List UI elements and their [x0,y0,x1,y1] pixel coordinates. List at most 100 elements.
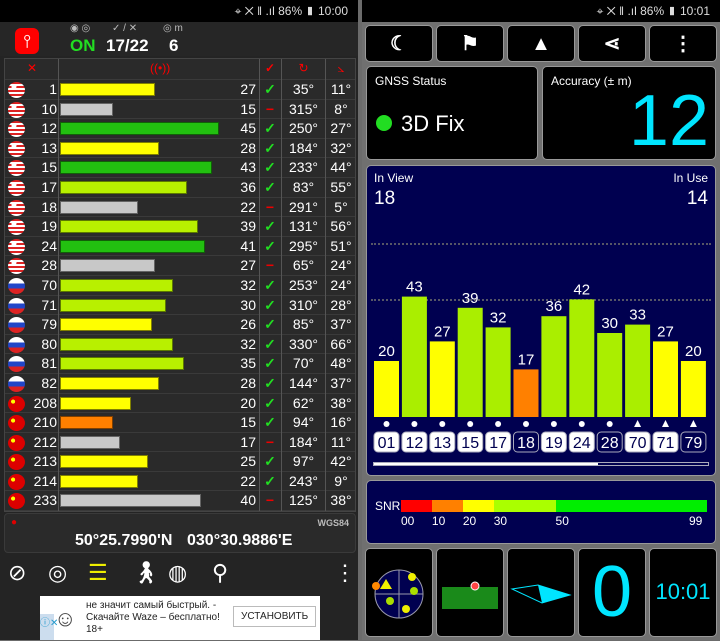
snr-value: 17 [240,433,256,450]
azimuth-icon[interactable]: ↻ [282,59,325,79]
check-icon: ✓ [264,81,276,97]
check-icon: ✓ [264,218,276,235]
sky-view-tile[interactable] [365,548,433,637]
snr-value: 28 [240,374,256,391]
snr-bar [60,180,188,194]
elevation: 11° [330,433,352,450]
more-button[interactable]: ⋮ [649,25,717,62]
ad-close-icon[interactable]: ⓘ✕ [40,614,58,640]
latitude: 50°25.7990'N [75,532,173,549]
snr-bar [60,141,159,155]
azimuth: 295° [289,237,318,254]
prn: 15 [41,159,57,176]
check-icon: ✓ [264,335,276,352]
prn-label: 24 [573,435,591,452]
app-logo-icon[interactable]: ⫯ [15,28,39,54]
azimuth: 291° [289,198,318,215]
bar-value-label: 33 [629,307,646,324]
elevation-icon[interactable]: ⦣ [325,59,357,79]
snr-value: 15 [240,414,256,431]
night-mode-button[interactable]: ☾ [365,25,433,62]
elevation: 27° [330,120,352,137]
elevation: 38° [330,394,352,411]
satellites-panel: In View 18 In Use 14 20 01 43 12 27 13 39 15 32 1… [366,165,716,476]
prn: 1 [49,81,57,97]
world-map-tile[interactable] [436,548,504,637]
snr-tick-label: 30 [493,514,508,528]
gps-marker-icon [383,421,390,427]
snr-value: 30 [240,296,256,313]
radar-icon[interactable]: ◎ [48,560,67,586]
check-icon: ✓ [264,414,276,431]
more-icon[interactable]: ⋮ [334,560,356,586]
snr-color-segment [493,500,556,512]
globe-icon[interactable]: ◍ [168,560,187,586]
elevation: 11° [330,81,352,97]
snr-bar [60,239,205,253]
azimuth: 243° [289,472,318,489]
elevation: 9° [334,472,348,489]
snr-value: 28 [240,139,256,156]
prn-label: 71 [657,435,675,452]
azimuth: 97° [292,453,315,470]
ad-banner[interactable]: ☺ не значит самый быстрый. - Скачайте Wa… [40,596,320,640]
sat-label: ✓ / ✕ [112,23,138,34]
speed-tile[interactable]: 0 [578,548,646,637]
waypoint-button[interactable]: ⚑ [436,25,504,62]
bar-value-label: 39 [462,290,479,307]
snr-value: 25 [240,453,256,470]
clock-tile[interactable]: 10:01 [649,548,717,637]
walk-icon[interactable]: 🚶︎ [132,560,160,586]
prn: 71 [41,296,57,313]
chart-bar [374,361,399,417]
datum: WGS84 [317,518,349,528]
battery-level: 86% [278,4,303,18]
snr-bar-chart: 20 01 43 12 27 13 39 15 32 17 17 18 36 19 42 24 30 28 33 70… [373,279,707,453]
map-pin-icon[interactable]: ⚲ [212,560,228,586]
satellite-icon[interactable]: ✕ [27,59,37,79]
elevation: 24° [330,276,352,293]
prn-label: 19 [545,435,563,452]
azimuth: 233° [289,159,318,176]
prn: 19 [41,218,57,235]
compass-icon[interactable]: ⊘ [8,560,26,586]
used-icon[interactable]: ✓ [259,59,281,79]
snr-color-segment [401,500,432,512]
gps-marker-icon [495,421,502,427]
ad-text: не значит самый быстрый. - [86,600,217,611]
snr-color-segment [431,500,463,512]
check-icon: ✓ [264,178,276,195]
elevation: 66° [330,335,352,352]
prn: 18 [41,198,57,215]
status-bar: ⌖ ✕ ‖ .ıl 86% ▮ 10:00 [0,0,358,22]
clock-value: 10:01 [655,579,711,604]
prn: 208 [33,394,57,411]
prn: 28 [41,257,57,274]
snr-bar [60,161,212,175]
azimuth: 144° [289,374,318,391]
minus-icon: − [265,198,275,215]
signal-bars-icon[interactable]: ☰ [88,560,108,586]
check-icon: ✓ [264,139,276,156]
accuracy-value: 6 [169,36,179,55]
install-button[interactable]: УСТАНОВИТЬ [233,606,317,627]
prn: 13 [41,139,57,156]
gnss-status-panel: GNSS Status 3D Fix [366,66,538,160]
chart-scrollbar[interactable] [373,462,709,466]
snr-value: 27 [240,257,256,274]
navigation-button[interactable]: ▲ [507,25,575,62]
chart-bar [457,307,483,417]
share-button[interactable]: ⋖ [578,25,646,62]
fix-indicator [376,115,392,131]
compass-arrow-tile[interactable] [507,548,575,637]
snr-value: 22 [240,472,256,489]
azimuth: 83° [292,178,315,195]
elevation: 28° [330,296,352,313]
signal-icon[interactable]: ((•)) [150,59,170,79]
accuracy-title: Accuracy (± m) [551,74,632,88]
prn: 213 [33,453,57,470]
snr-bar [60,474,138,488]
coordinates-panel: ● WGS84 50°25.7990'N 030°30.9886'E [4,513,356,553]
prn-label: 28 [601,435,619,452]
snr-value: 40 [240,492,256,509]
